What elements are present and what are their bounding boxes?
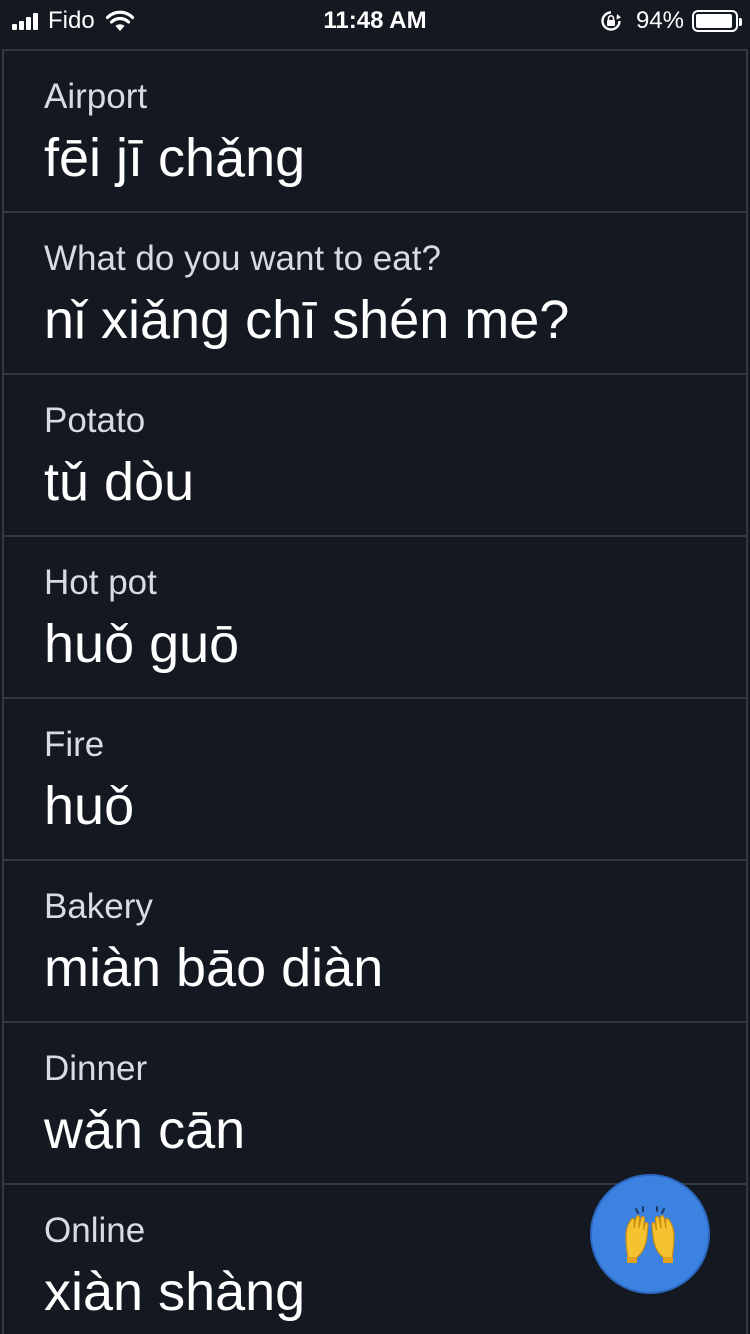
phrase-english: Bakery (44, 887, 153, 926)
phrase-english: Fire (44, 725, 105, 764)
phrase-list: Airport fēi jī chǎng What do you want to e… (0, 49, 750, 1334)
phrase-english: Potato (44, 401, 146, 440)
phrase-pinyin: miàn bāo diàn (44, 938, 384, 998)
phrase-pinyin: tǔ dòu (44, 452, 195, 512)
phrase-pinyin: wǎn cān (44, 1100, 246, 1160)
raising-hands-icon (625, 1206, 675, 1263)
raise-hands-button[interactable] (590, 1174, 710, 1294)
battery-fill (696, 14, 732, 28)
rotation-lock-icon (601, 11, 621, 31)
status-bar-right: 94% (600, 7, 742, 35)
phrase-card[interactable]: Bakery miàn bāo diàn (2, 859, 748, 1021)
status-bar: Fido 11:48 AM 94% (0, 0, 750, 42)
phrase-pinyin: nǐ xiǎng chī shén me? (44, 290, 570, 350)
phrase-english: Hot pot (44, 563, 157, 602)
battery-icon (692, 10, 742, 32)
phrase-card[interactable]: What do you want to eat? nǐ xiǎng chī shé… (2, 211, 748, 373)
phrase-english: Airport (44, 77, 148, 116)
phrase-card[interactable]: Potato tǔ dòu (2, 373, 748, 535)
battery-cap (739, 18, 742, 26)
phrase-card[interactable]: Airport fēi jī chǎng (2, 49, 748, 211)
phrase-pinyin: huǒ (44, 776, 135, 836)
battery-percent: 94% (635, 7, 684, 34)
phrase-pinyin: huǒ guō (44, 614, 240, 674)
app-screen: Fido 11:48 AM 94% Airport fēi jī chǎng Wha… (0, 0, 750, 1334)
phrase-english: Dinner (44, 1049, 148, 1088)
phrase-pinyin: fēi jī chǎng (44, 128, 306, 188)
phrase-english: What do you want to eat? (44, 239, 441, 278)
phrase-card[interactable]: Fire huǒ (2, 697, 748, 859)
phrase-card[interactable]: Hot pot huǒ guō (2, 535, 748, 697)
phrase-card[interactable]: Dinner wǎn cān (2, 1021, 748, 1183)
